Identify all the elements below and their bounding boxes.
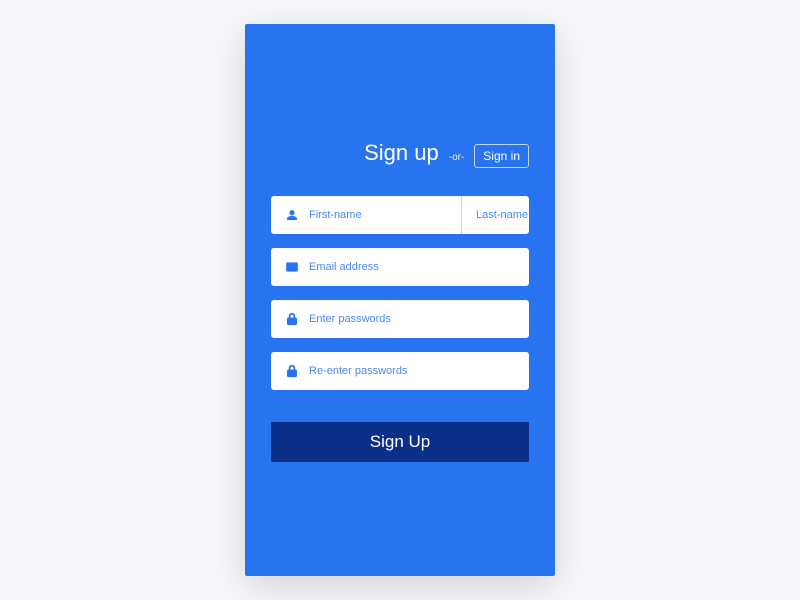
last-name-wrapper [462, 196, 529, 234]
envelope-icon [285, 260, 299, 274]
password-confirm-field[interactable] [309, 365, 519, 377]
first-name-field[interactable] [309, 209, 451, 221]
page-title: Sign up [364, 140, 439, 166]
sign-up-button[interactable]: Sign Up [271, 422, 529, 462]
or-divider: -or- [449, 152, 465, 163]
last-name-field[interactable] [476, 209, 529, 221]
signup-card: Sign up -or- Sign in [245, 24, 555, 576]
header: Sign up -or- Sign in [271, 140, 529, 168]
lock-icon [285, 312, 299, 326]
email-row [271, 248, 529, 286]
password-row [271, 300, 529, 338]
password-confirm-row [271, 352, 529, 390]
lock-icon [285, 364, 299, 378]
sign-in-button[interactable]: Sign in [474, 144, 529, 168]
first-name-wrapper [271, 196, 462, 234]
name-row [271, 196, 529, 234]
user-icon [285, 208, 299, 222]
password-field[interactable] [309, 313, 519, 325]
email-field[interactable] [309, 261, 519, 273]
